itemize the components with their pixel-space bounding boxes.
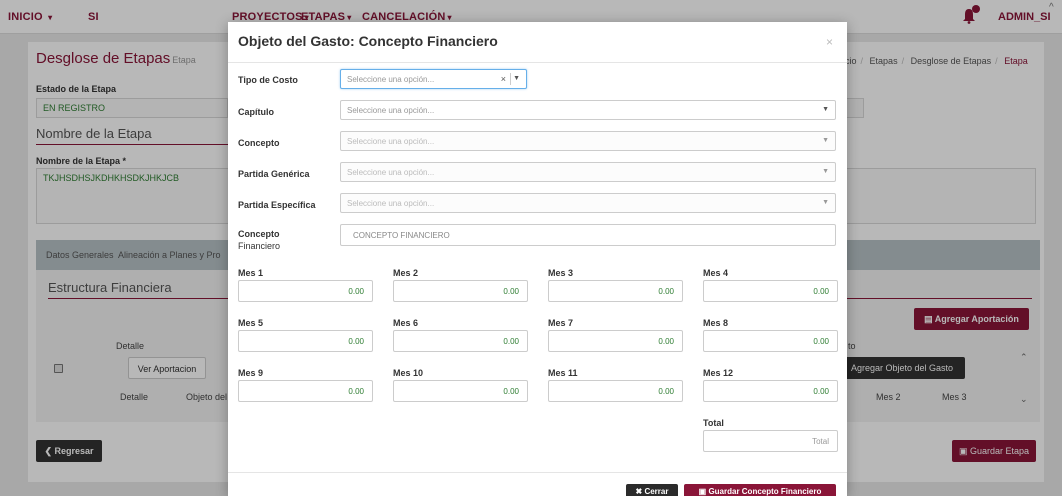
tipo-costo-select[interactable]: Seleccione una opción... × ▼ — [340, 69, 527, 89]
modal-title: Objeto del Gasto: Concepto Financiero — [238, 33, 498, 49]
mes-2-label: Mes 2 — [393, 268, 419, 278]
partida-especifica-label: Partida Específica — [238, 200, 316, 210]
cerrar-button[interactable]: ✖ Cerrar — [626, 484, 678, 496]
concepto-financiero-input[interactable]: CONCEPTO FINANCIERO — [340, 224, 836, 246]
mes-9-input[interactable]: 0.00 — [238, 380, 373, 402]
mes-2-input[interactable]: 0.00 — [393, 280, 528, 302]
mes-11-label: Mes 11 — [548, 368, 578, 378]
concepto-financiero-label: Concepto Financiero — [238, 229, 281, 251]
mes-12-label: Mes 12 — [703, 368, 734, 378]
modal-header-divider — [228, 62, 847, 63]
total-label: Total — [703, 418, 724, 428]
mes-9-label: Mes 9 — [238, 368, 264, 378]
mes-4-label: Mes 4 — [703, 268, 729, 278]
mes-12-input[interactable]: 0.00 — [703, 380, 838, 402]
chevron-down-icon: ▼ — [513, 75, 520, 82]
clear-icon[interactable]: × — [501, 74, 506, 84]
mes-6-label: Mes 6 — [393, 318, 419, 328]
mes-6-input[interactable]: 0.00 — [393, 330, 528, 352]
mes-10-label: Mes 10 — [393, 368, 424, 378]
mes-7-label: Mes 7 — [548, 318, 574, 328]
concepto-financiero-modal: Objeto del Gasto: Concepto Financiero × … — [228, 22, 847, 496]
capitulo-label: Capítulo — [238, 107, 274, 117]
concepto-label: Concepto — [238, 138, 280, 148]
mes-5-input[interactable]: 0.00 — [238, 330, 373, 352]
chevron-down-icon: ▼ — [822, 199, 829, 206]
select-divider — [510, 73, 511, 85]
mes-5-label: Mes 5 — [238, 318, 264, 328]
concepto-select[interactable]: Seleccione una opción... ▼ — [340, 131, 836, 151]
partida-especifica-select[interactable]: Seleccione una opción... ▼ — [340, 193, 836, 213]
guardar-concepto-button[interactable]: ▣ Guardar Concepto Financiero — [684, 484, 836, 496]
modal-close-icon[interactable]: × — [826, 35, 833, 49]
chevron-down-icon: ▼ — [822, 106, 829, 113]
capitulo-select[interactable]: Seleccione una opción... ▼ — [340, 100, 836, 120]
mes-11-input[interactable]: 0.00 — [548, 380, 683, 402]
mes-8-label: Mes 8 — [703, 318, 729, 328]
partida-generica-label: Partida Genérica — [238, 169, 310, 179]
chevron-down-icon: ▼ — [822, 168, 829, 175]
total-input: Total — [703, 430, 838, 452]
modal-footer: ✖ Cerrar ▣ Guardar Concepto Financiero — [228, 473, 847, 496]
mes-10-input[interactable]: 0.00 — [393, 380, 528, 402]
mes-4-input[interactable]: 0.00 — [703, 280, 838, 302]
mes-1-input[interactable]: 0.00 — [238, 280, 373, 302]
chevron-down-icon: ▼ — [822, 137, 829, 144]
mes-1-label: Mes 1 — [238, 268, 264, 278]
tipo-costo-label: Tipo de Costo — [238, 75, 298, 85]
mes-3-label: Mes 3 — [548, 268, 574, 278]
mes-3-input[interactable]: 0.00 — [548, 280, 683, 302]
mes-7-input[interactable]: 0.00 — [548, 330, 683, 352]
partida-generica-select[interactable]: Seleccione una opción... ▼ — [340, 162, 836, 182]
mes-8-input[interactable]: 0.00 — [703, 330, 838, 352]
